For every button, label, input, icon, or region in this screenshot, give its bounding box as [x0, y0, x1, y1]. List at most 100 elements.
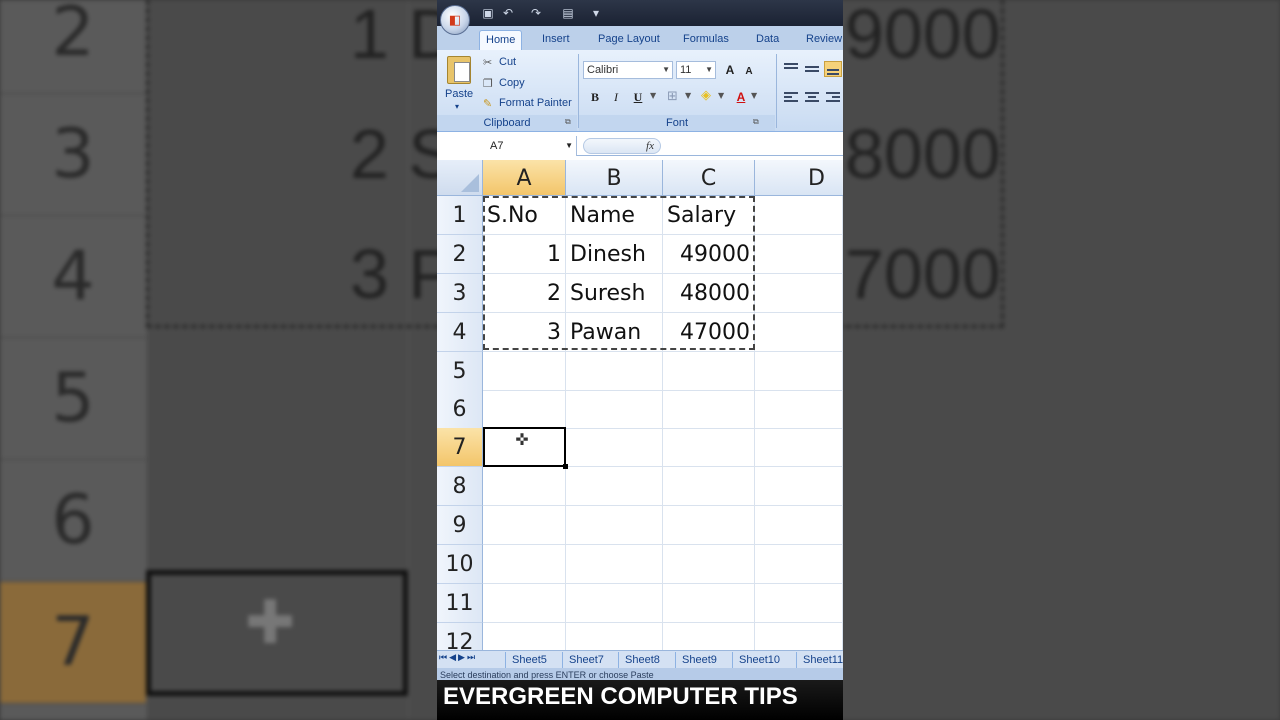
- cell-a6[interactable]: [483, 390, 566, 429]
- cell-c11[interactable]: [663, 584, 755, 623]
- tab-data[interactable]: Data: [750, 30, 785, 50]
- cell-d5[interactable]: [755, 352, 843, 391]
- row-header-6[interactable]: 6: [437, 390, 483, 429]
- column-header-d[interactable]: D: [755, 160, 843, 196]
- cell-a11[interactable]: [483, 584, 566, 623]
- cell-d2[interactable]: [755, 235, 843, 274]
- name-box[interactable]: A7 ▼: [437, 136, 577, 156]
- align-middle-icon[interactable]: [803, 64, 821, 80]
- cell-d6[interactable]: [755, 390, 843, 429]
- tab-home[interactable]: Home: [479, 30, 523, 50]
- row-header-7[interactable]: 7: [437, 428, 483, 467]
- cell-c9[interactable]: [663, 506, 755, 545]
- cell-b9[interactable]: [566, 506, 663, 545]
- chevron-down-icon[interactable]: ▼: [650, 91, 656, 100]
- cell-c1[interactable]: Salary: [663, 196, 755, 235]
- cell-a9[interactable]: [483, 506, 566, 545]
- chevron-down-icon[interactable]: ▼: [685, 91, 691, 100]
- font-name-combo[interactable]: Calibri ▼: [583, 61, 673, 79]
- cell-a3[interactable]: 2: [483, 274, 566, 313]
- cell-b5[interactable]: [566, 352, 663, 391]
- row-header-9[interactable]: 9: [437, 506, 483, 545]
- cell-d8[interactable]: [755, 467, 843, 506]
- sheet-tab[interactable]: Sheet9: [675, 652, 723, 668]
- row-header-8[interactable]: 8: [437, 467, 483, 506]
- undo-icon[interactable]: ↶: [501, 6, 515, 20]
- cut-button[interactable]: Cut: [499, 56, 516, 68]
- align-top-icon[interactable]: [782, 61, 800, 77]
- cell-b6[interactable]: [566, 390, 663, 429]
- copy-button[interactable]: Copy: [499, 77, 525, 89]
- font-color-button[interactable]: A: [731, 88, 751, 106]
- sheet-tab[interactable]: Sheet7: [562, 652, 610, 668]
- cell-b8[interactable]: [566, 467, 663, 506]
- column-header-a[interactable]: A: [483, 160, 566, 196]
- cell-c10[interactable]: [663, 545, 755, 584]
- cell-d4[interactable]: [755, 313, 843, 352]
- font-size-combo[interactable]: 11 ▼: [676, 61, 716, 79]
- row-header-1[interactable]: 1: [437, 196, 483, 235]
- chevron-down-icon[interactable]: ▼: [565, 136, 573, 156]
- tab-insert[interactable]: Insert: [536, 30, 576, 50]
- cell-b11[interactable]: [566, 584, 663, 623]
- cell-d7[interactable]: [755, 428, 843, 467]
- chevron-down-icon[interactable]: ▼: [718, 91, 724, 100]
- office-button[interactable]: ◧: [440, 5, 470, 35]
- cell-c6[interactable]: [663, 390, 755, 429]
- tab-formulas[interactable]: Formulas: [677, 30, 735, 50]
- italic-button[interactable]: I: [606, 88, 626, 106]
- cell-b3[interactable]: Suresh: [566, 274, 663, 313]
- cell-d9[interactable]: [755, 506, 843, 545]
- sheet-tab[interactable]: Sheet10: [732, 652, 786, 668]
- borders-icon[interactable]: ⊞: [667, 89, 678, 104]
- cell-d10[interactable]: [755, 545, 843, 584]
- paste-icon[interactable]: [447, 56, 471, 84]
- sheet-tab[interactable]: Sheet11: [796, 652, 843, 668]
- cell-c4[interactable]: 47000: [663, 313, 755, 352]
- cell-d1[interactable]: [755, 196, 843, 235]
- tab-review[interactable]: Review: [800, 30, 843, 50]
- format-painter-button[interactable]: Format Painter: [499, 97, 572, 109]
- align-right-icon[interactable]: [824, 90, 842, 106]
- row-header-11[interactable]: 11: [437, 584, 483, 623]
- row-header-3[interactable]: 3: [437, 274, 483, 313]
- cell-c7[interactable]: [663, 428, 755, 467]
- cell-c5[interactable]: [663, 352, 755, 391]
- sheet-tab[interactable]: Sheet8: [618, 652, 666, 668]
- shrink-font-button[interactable]: A: [739, 63, 759, 81]
- align-bottom-icon[interactable]: [824, 61, 842, 77]
- cell-a2[interactable]: 1: [483, 235, 566, 274]
- grow-font-button[interactable]: A: [720, 61, 740, 79]
- cell-a1[interactable]: S.No: [483, 196, 566, 235]
- paste-button[interactable]: Paste: [445, 88, 473, 100]
- row-header-4[interactable]: 4: [437, 313, 483, 352]
- underline-button[interactable]: U: [628, 88, 648, 106]
- row-header-10[interactable]: 10: [437, 545, 483, 584]
- sheet-nav-arrows-icon[interactable]: ⏮◀▶⏭: [439, 653, 477, 663]
- cell-b1[interactable]: Name: [566, 196, 663, 235]
- select-all-button[interactable]: [437, 160, 483, 196]
- save-icon[interactable]: ▣: [481, 6, 495, 20]
- print-preview-icon[interactable]: ▤: [561, 6, 575, 20]
- cell-a8[interactable]: [483, 467, 566, 506]
- fill-color-icon[interactable]: ◈: [701, 88, 711, 103]
- align-center-icon[interactable]: [803, 90, 821, 106]
- sheet-tab[interactable]: Sheet5: [505, 652, 553, 668]
- insert-function-button[interactable]: fx: [646, 139, 654, 153]
- cell-b4[interactable]: Pawan: [566, 313, 663, 352]
- row-header-2[interactable]: 2: [437, 235, 483, 274]
- dialog-launcher-icon[interactable]: ⧉: [753, 117, 759, 127]
- align-left-icon[interactable]: [782, 90, 800, 106]
- spreadsheet-grid[interactable]: A B C D 1 2 3 4 5 6 7 8 9 10 11 12 S.No …: [437, 160, 843, 662]
- cell-b10[interactable]: [566, 545, 663, 584]
- chevron-down-icon[interactable]: ▼: [751, 91, 757, 100]
- column-header-b[interactable]: B: [566, 160, 663, 196]
- paste-dropdown-icon[interactable]: ▾: [455, 102, 459, 111]
- cell-b2[interactable]: Dinesh: [566, 235, 663, 274]
- cell-d3[interactable]: [755, 274, 843, 313]
- customize-toolbar-icon[interactable]: ▾: [589, 6, 603, 20]
- cell-c8[interactable]: [663, 467, 755, 506]
- redo-icon[interactable]: ↷: [529, 6, 543, 20]
- bold-button[interactable]: B: [585, 88, 605, 106]
- cell-c2[interactable]: 49000: [663, 235, 755, 274]
